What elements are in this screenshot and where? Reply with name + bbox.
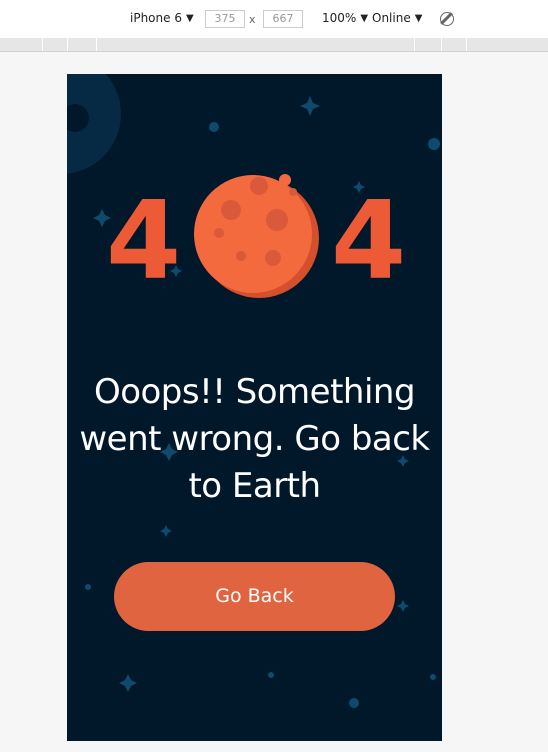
error-digit-right: 4	[331, 179, 407, 304]
star-icon	[349, 698, 359, 708]
star-icon	[85, 584, 91, 590]
ruler-tick	[414, 38, 415, 51]
error-message: Ooops!! Something went wrong. Go back to…	[79, 372, 430, 506]
planet-zero-icon	[194, 174, 319, 298]
star-icon	[209, 122, 219, 132]
star-icon	[300, 96, 320, 116]
zoom-value: 100%	[322, 11, 357, 25]
star-icon	[428, 138, 440, 150]
rotate-icon[interactable]	[440, 12, 454, 26]
width-input[interactable]: 375	[205, 10, 245, 28]
network-caret-icon: ▼	[414, 12, 423, 24]
star-icon	[160, 525, 172, 537]
ruler-tick	[96, 38, 97, 51]
device-caret-icon: ▼	[185, 12, 194, 24]
dimension-separator: x	[249, 13, 256, 26]
zoom-select[interactable]: 100% ▼	[322, 11, 368, 25]
network-select[interactable]: Online ▼	[372, 11, 422, 25]
device-select[interactable]: iPhone 6 ▼	[130, 11, 194, 25]
network-value: Online	[372, 11, 411, 25]
ruler-tick	[42, 38, 43, 51]
star-icon	[430, 674, 436, 680]
ruler-tick	[466, 38, 467, 51]
devtools-toolbar: iPhone 6 ▼ 375 x 667 100% ▼ Online ▼	[0, 0, 548, 39]
error-digit-left: 4	[106, 179, 182, 304]
star-icon	[397, 600, 409, 612]
height-input[interactable]: 667	[263, 10, 303, 28]
star-icon	[268, 672, 274, 678]
media-query-ruler[interactable]	[0, 38, 548, 52]
device-viewport: 4 4 Ooops!! Something went wrong. Go bac…	[67, 74, 442, 741]
star-icon	[119, 674, 137, 692]
zoom-caret-icon: ▼	[360, 12, 369, 24]
ruler-tick	[67, 38, 68, 51]
ruler-tick	[441, 38, 442, 51]
device-name: iPhone 6	[130, 11, 182, 25]
go-back-button[interactable]: Go Back	[114, 562, 395, 631]
